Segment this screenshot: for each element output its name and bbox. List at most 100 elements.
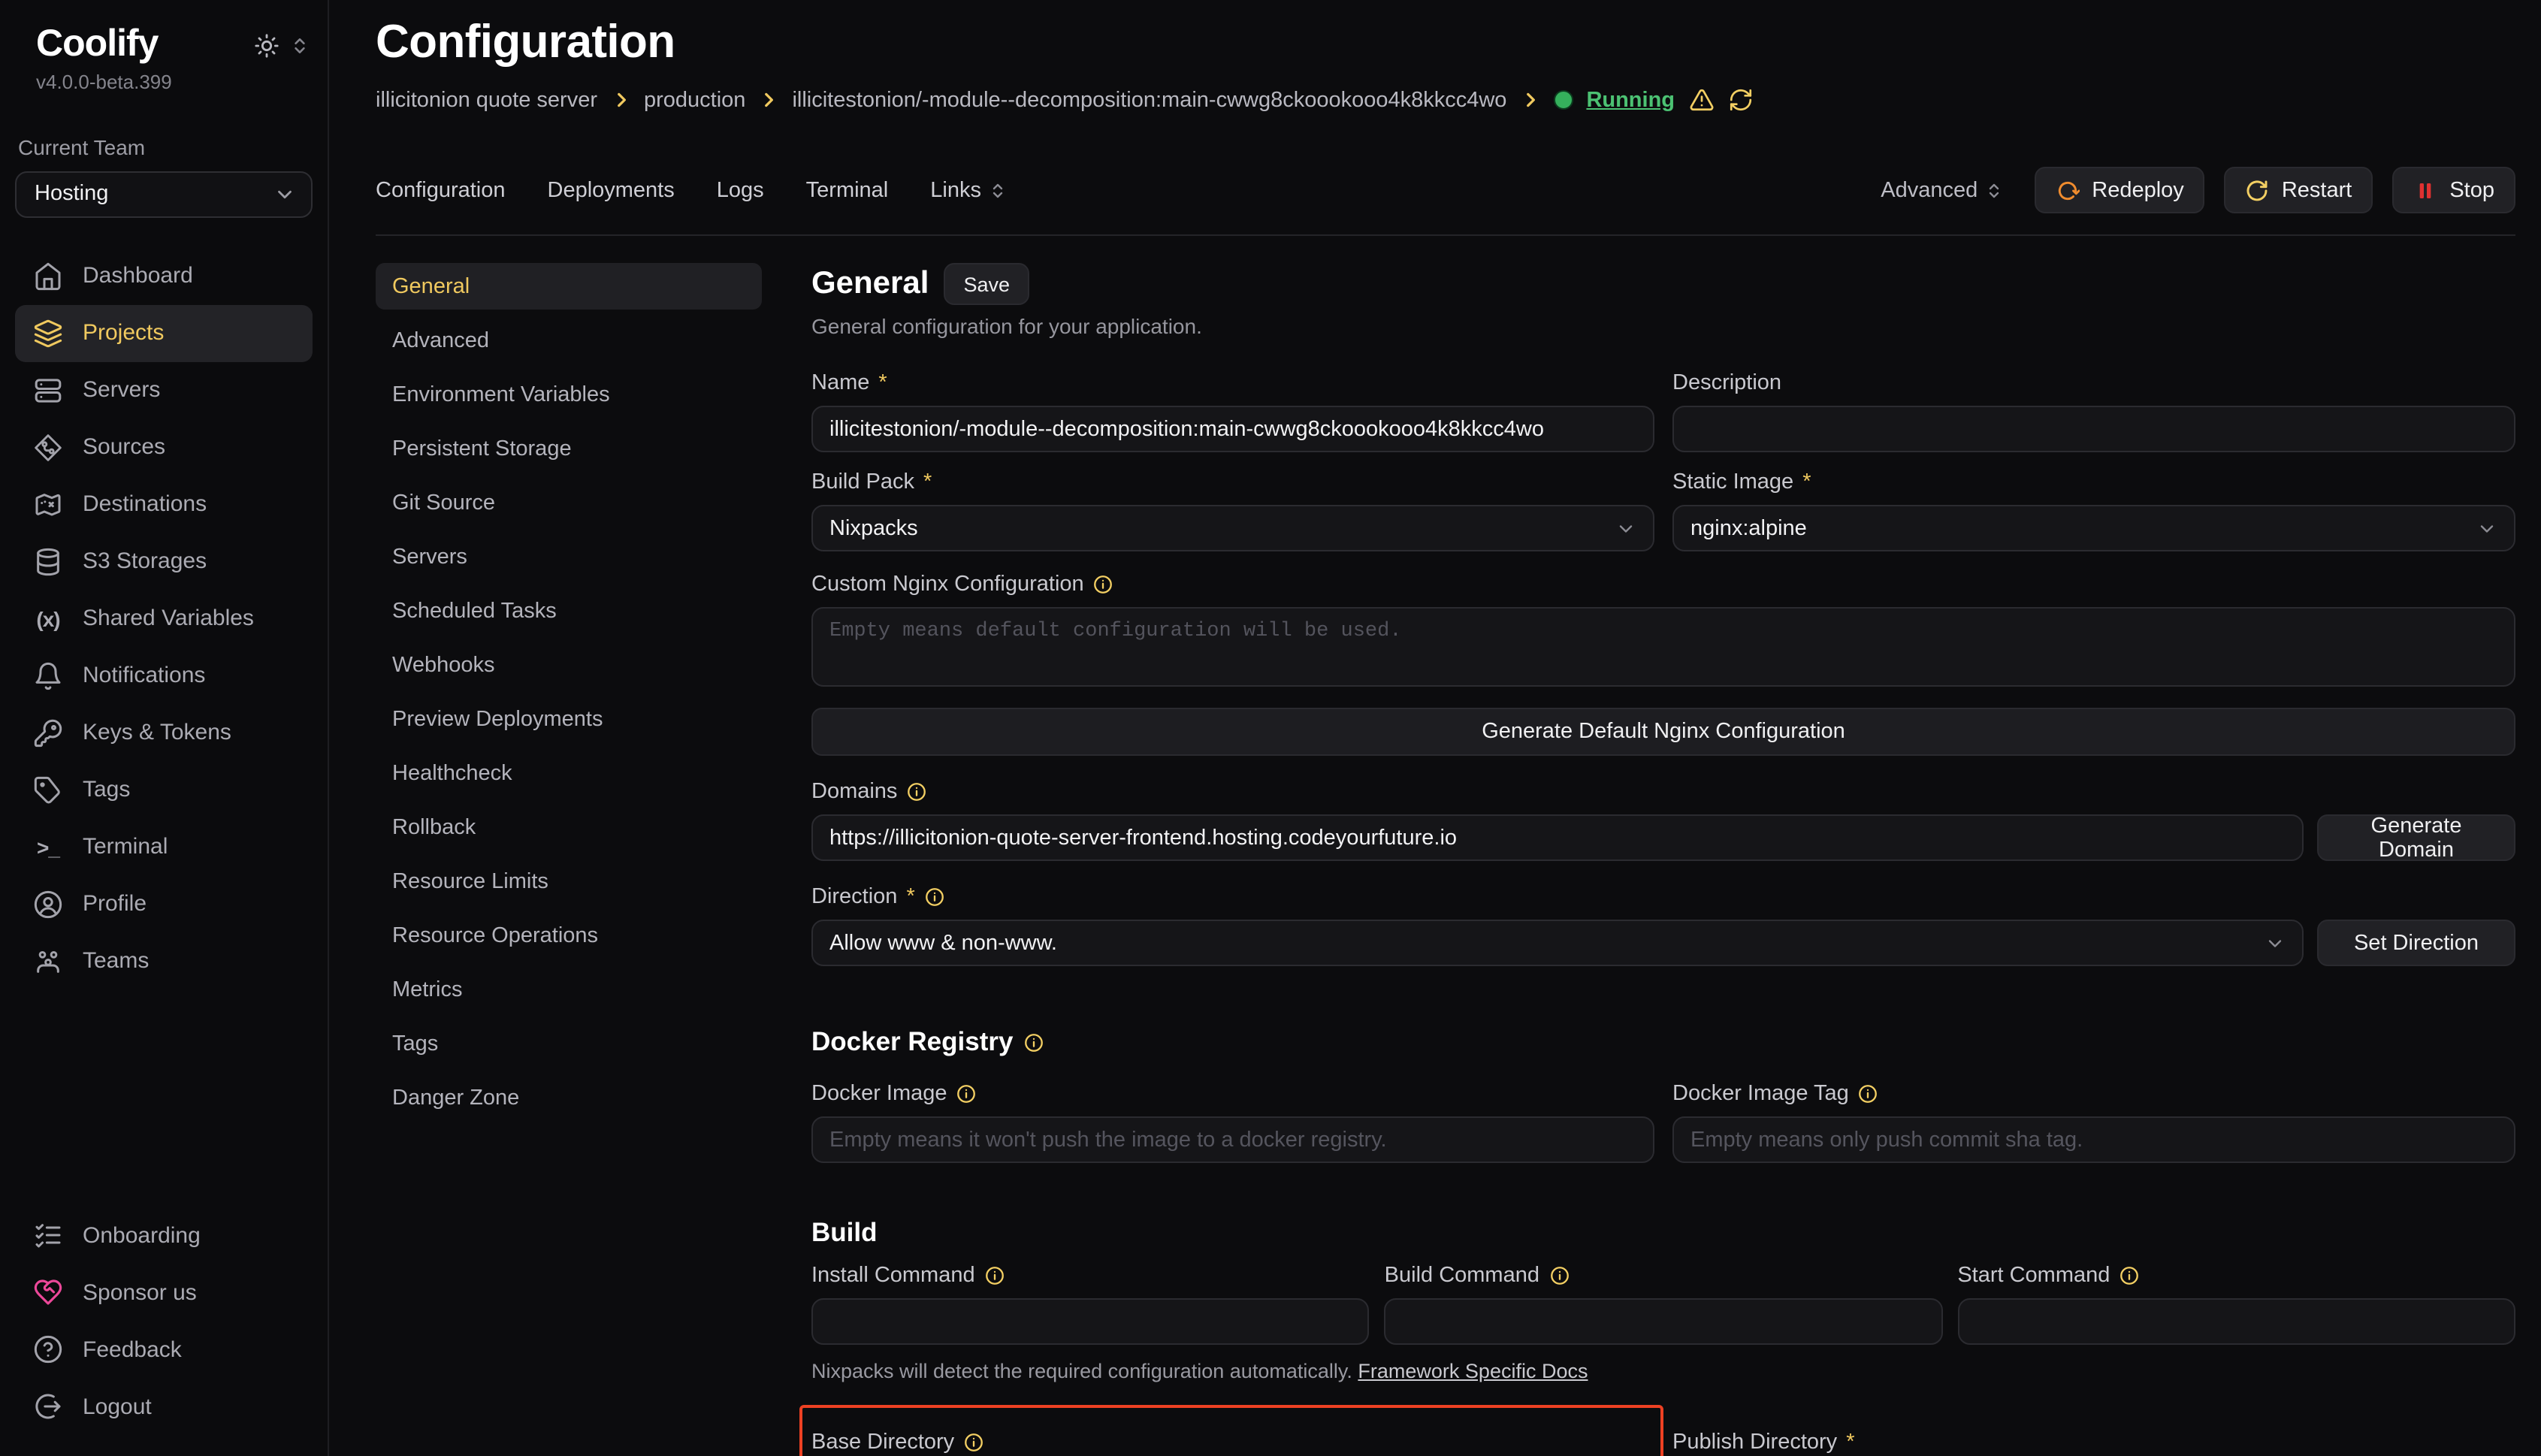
breadcrumb-environment[interactable]: production <box>644 88 745 112</box>
sidebar-bottom-nav: Onboarding Sponsor us Feedback Logout <box>15 1207 313 1435</box>
theme-chevrons-up-down-icon[interactable] <box>290 36 310 56</box>
tab-links[interactable]: Links <box>930 178 1007 202</box>
subnav-item-persistent-storage[interactable]: Persistent Storage <box>376 425 762 472</box>
help-circle-icon <box>33 1334 63 1364</box>
subnav-item-rollback[interactable]: Rollback <box>376 804 762 850</box>
sidebar-item-s3-storages[interactable]: S3 Storages <box>15 533 313 590</box>
theme-sun-icon[interactable] <box>254 33 279 59</box>
subnav-item-resource-operations[interactable]: Resource Operations <box>376 912 762 959</box>
subnav-item-preview-deployments[interactable]: Preview Deployments <box>376 696 762 742</box>
sidebar-item-destinations[interactable]: Destinations <box>15 476 313 533</box>
refresh-icon[interactable] <box>1727 87 1753 113</box>
sidebar-nav: Dashboard Projects Servers Sources Desti… <box>15 247 313 989</box>
domains-input[interactable] <box>811 814 2304 861</box>
sidebar-item-dashboard[interactable]: Dashboard <box>15 247 313 304</box>
breadcrumb: illicitonion quote server production ill… <box>376 87 2515 113</box>
advanced-menu[interactable]: Advanced <box>1881 178 2003 202</box>
info-icon[interactable] <box>963 1432 984 1453</box>
breadcrumb-application[interactable]: illicitestonion/-module--decomposition:m… <box>792 88 1506 112</box>
save-button[interactable]: Save <box>944 263 1029 305</box>
app-window: Coolify v4.0.0-beta.399 Current Team Hos… <box>0 0 2541 1456</box>
chevron-right-icon <box>611 90 630 110</box>
info-icon[interactable] <box>1023 1032 1044 1053</box>
build-pack-select[interactable]: Nixpacks <box>811 505 1654 551</box>
subnav-item-advanced[interactable]: Advanced <box>376 317 762 364</box>
subnav-item-environment-variables[interactable]: Environment Variables <box>376 371 762 418</box>
section-heading-general: General <box>811 266 929 302</box>
info-icon[interactable] <box>2119 1265 2140 1286</box>
start-command-label: Start Command <box>1957 1264 2110 1288</box>
subnav-item-tags[interactable]: Tags <box>376 1020 762 1067</box>
info-icon[interactable] <box>1093 574 1114 595</box>
server-icon <box>33 375 63 405</box>
info-icon[interactable] <box>924 887 945 908</box>
build-command-input[interactable] <box>1385 1298 1943 1345</box>
custom-nginx-textarea[interactable] <box>811 607 2515 687</box>
sidebar-item-onboarding[interactable]: Onboarding <box>15 1207 313 1264</box>
status-dot <box>1553 90 1573 110</box>
sidebar-item-teams[interactable]: Teams <box>15 932 313 989</box>
required-marker: * <box>1802 470 1811 494</box>
sidebar-item-projects[interactable]: Projects <box>15 304 313 361</box>
tab-logs[interactable]: Logs <box>717 178 764 202</box>
framework-docs-link[interactable]: Framework Specific Docs <box>1358 1360 1588 1382</box>
restart-button[interactable]: Restart <box>2225 167 2373 213</box>
tab-terminal[interactable]: Terminal <box>806 178 889 202</box>
sidebar-item-label: Onboarding <box>83 1222 201 1248</box>
docker-image-label: Docker Image <box>811 1082 947 1106</box>
subnav-item-servers[interactable]: Servers <box>376 533 762 580</box>
set-direction-button[interactable]: Set Direction <box>2317 920 2515 966</box>
chevron-right-icon <box>759 90 778 110</box>
sidebar-item-profile[interactable]: Profile <box>15 875 313 932</box>
info-icon[interactable] <box>984 1265 1005 1286</box>
sidebar-item-notifications[interactable]: Notifications <box>15 647 313 704</box>
redeploy-label: Redeploy <box>2092 178 2184 202</box>
generate-nginx-config-button[interactable]: Generate Default Nginx Configuration <box>811 708 2515 756</box>
direction-select[interactable]: Allow www & non-www. <box>811 920 2304 966</box>
subnav-item-healthcheck[interactable]: Healthcheck <box>376 750 762 796</box>
sidebar-item-terminal[interactable]: >_ Terminal <box>15 818 313 875</box>
team-select[interactable]: Hosting <box>15 171 313 217</box>
install-command-input[interactable] <box>811 1298 1370 1345</box>
start-command-input[interactable] <box>1957 1298 2515 1345</box>
sidebar-item-sources[interactable]: Sources <box>15 418 313 476</box>
home-icon <box>33 261 63 291</box>
chevron-down-icon <box>2476 518 2497 539</box>
tab-deployments[interactable]: Deployments <box>548 178 675 202</box>
static-image-select[interactable]: nginx:alpine <box>1672 505 2515 551</box>
name-input[interactable] <box>811 406 1654 452</box>
sidebar-item-sponsor-us[interactable]: Sponsor us <box>15 1264 313 1321</box>
docker-image-input[interactable] <box>811 1116 1654 1163</box>
chevron-down-icon <box>273 183 296 205</box>
sidebar-item-feedback[interactable]: Feedback <box>15 1321 313 1378</box>
stop-button[interactable]: Stop <box>2392 167 2515 213</box>
redeploy-button[interactable]: Redeploy <box>2035 167 2205 213</box>
sidebar-item-keys-tokens[interactable]: Keys & Tokens <box>15 704 313 761</box>
subnav-item-resource-limits[interactable]: Resource Limits <box>376 858 762 905</box>
info-icon[interactable] <box>906 781 927 802</box>
install-command-label: Install Command <box>811 1264 975 1288</box>
info-icon[interactable] <box>1548 1265 1570 1286</box>
warning-triangle-icon[interactable] <box>1688 87 1714 113</box>
sidebar-item-label: Profile <box>83 891 147 917</box>
required-marker: * <box>878 371 887 395</box>
subnav-item-metrics[interactable]: Metrics <box>376 966 762 1013</box>
sidebar-item-servers[interactable]: Servers <box>15 361 313 418</box>
docker-image-tag-input[interactable] <box>1672 1116 2515 1163</box>
subnav-item-webhooks[interactable]: Webhooks <box>376 642 762 688</box>
breadcrumb-project[interactable]: illicitonion quote server <box>376 88 597 112</box>
info-icon[interactable] <box>1858 1083 1879 1104</box>
subnav-item-general[interactable]: General <box>376 263 762 310</box>
subnav-item-scheduled-tasks[interactable]: Scheduled Tasks <box>376 588 762 634</box>
sidebar-item-shared-variables[interactable]: (x) Shared Variables <box>15 590 313 647</box>
description-input[interactable] <box>1672 406 2515 452</box>
tab-configuration[interactable]: Configuration <box>376 178 506 202</box>
info-icon[interactable] <box>956 1083 977 1104</box>
status-running-link[interactable]: Running <box>1586 88 1675 112</box>
subnav-item-danger-zone[interactable]: Danger Zone <box>376 1074 762 1121</box>
sidebar-item-tags[interactable]: Tags <box>15 761 313 818</box>
subnav-item-git-source[interactable]: Git Source <box>376 479 762 526</box>
chevrons-up-down-icon <box>989 181 1007 199</box>
generate-domain-button[interactable]: Generate Domain <box>2317 814 2515 861</box>
sidebar-item-logout[interactable]: Logout <box>15 1378 313 1435</box>
